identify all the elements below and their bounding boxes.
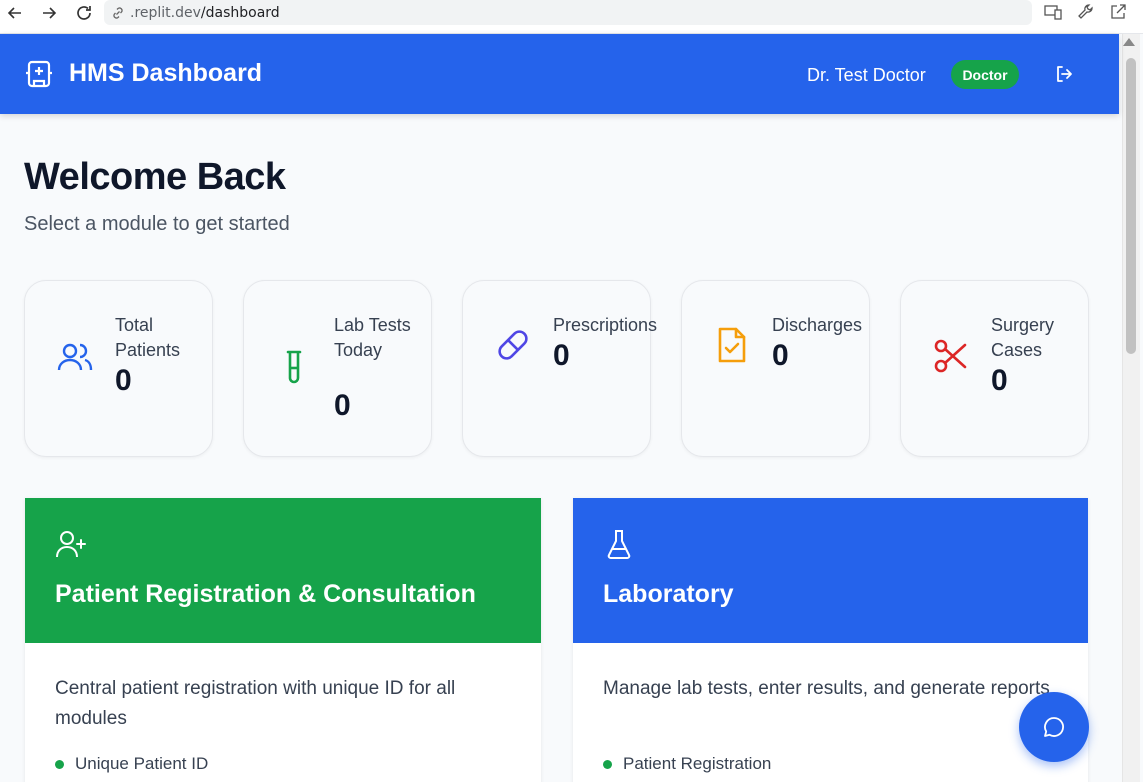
stat-value: 0: [334, 389, 351, 422]
test-tube-icon: [286, 350, 302, 384]
scissors-icon: [934, 339, 967, 373]
chat-button[interactable]: [1019, 692, 1089, 762]
stat-label: Surgery Cases: [991, 315, 1055, 360]
url-path: /dashboard: [200, 4, 280, 21]
scroll-thumb[interactable]: [1126, 58, 1136, 354]
stat-label: Prescriptions: [553, 315, 658, 335]
page-title: Welcome Back: [24, 156, 286, 198]
wrench-icon[interactable]: [1076, 2, 1096, 22]
link-icon: [113, 6, 123, 19]
reload-icon[interactable]: [73, 2, 95, 24]
stat-label: Lab Tests Today: [334, 315, 411, 360]
flask-icon: [607, 530, 631, 559]
stat-value: 0: [115, 364, 132, 397]
module-header: Laboratory: [573, 498, 1088, 643]
stat-label: Discharges: [772, 315, 863, 335]
module-title: Patient Registration & Consultation: [55, 580, 476, 608]
feature-label: Unique Patient ID: [75, 754, 209, 773]
module-description: Manage lab tests, enter results, and gen…: [603, 678, 1050, 699]
module-card-laboratory[interactable]: Laboratory Manage lab tests, enter resul…: [573, 498, 1088, 782]
open-external-icon[interactable]: [1108, 2, 1128, 22]
stat-card-total-patients[interactable]: Total Patients 0: [24, 280, 213, 457]
page-subtitle: Select a module to get started: [24, 213, 290, 235]
stat-card-discharges[interactable]: Discharges 0: [681, 280, 870, 457]
forward-arrow-icon[interactable]: [38, 2, 60, 24]
chat-icon: [1044, 717, 1064, 737]
app-title: HMS Dashboard: [69, 59, 263, 87]
pill-icon: [498, 330, 528, 360]
url-host: .replit.dev: [130, 4, 201, 21]
module-title: Laboratory: [603, 580, 734, 608]
stat-card-surgery-cases[interactable]: Surgery Cases 0: [900, 280, 1089, 457]
user-name: Dr. Test Doctor: [807, 65, 926, 85]
hospital-icon: [26, 60, 52, 88]
feature-item: Patient Registration: [603, 754, 771, 774]
scroll-up-arrow-icon[interactable]: [1123, 38, 1135, 46]
module-description: Central patient registration with unique…: [55, 678, 456, 729]
user-plus-icon: [56, 531, 86, 558]
stat-value: 0: [991, 364, 1008, 397]
devices-icon[interactable]: [1043, 2, 1063, 22]
stat-card-prescriptions[interactable]: Prescriptions 0: [462, 280, 657, 457]
module-header: Patient Registration & Consultation: [25, 498, 541, 643]
stat-value: 0: [553, 339, 570, 372]
users-icon: [57, 343, 93, 371]
browser-toolbar: .replit.dev/dashboard: [0, 0, 1143, 34]
role-badge: Doctor: [951, 60, 1019, 89]
address-bar[interactable]: .replit.dev/dashboard: [104, 0, 1032, 25]
bullet-dot: [55, 759, 64, 769]
app-header: HMS Dashboard Dr. Test Doctor Doctor: [0, 34, 1119, 114]
file-check-icon: [718, 327, 746, 363]
feature-label: Patient Registration: [623, 754, 772, 773]
feature-item: Unique Patient ID: [55, 754, 208, 774]
stat-label: Total Patients: [115, 315, 181, 360]
bullet-dot: [603, 759, 612, 769]
back-arrow-icon[interactable]: [4, 2, 26, 24]
stat-card-lab-tests-today[interactable]: Lab Tests Today 0: [243, 280, 432, 457]
page-scrollbar[interactable]: [1119, 34, 1143, 782]
logout-icon[interactable]: [1054, 64, 1074, 84]
module-card-patient-registration[interactable]: Patient Registration & Consultation Cent…: [25, 498, 541, 782]
stat-value: 0: [772, 339, 789, 372]
